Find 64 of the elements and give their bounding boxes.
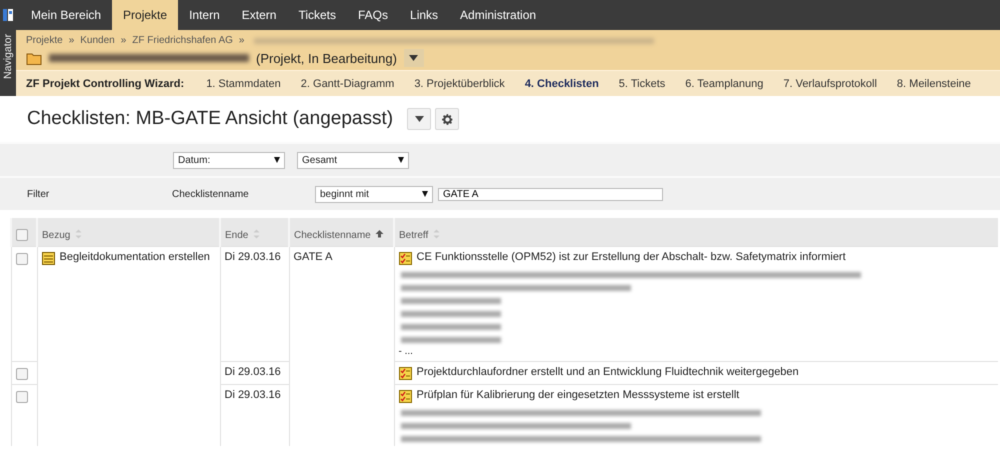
table-cell: CE Funktionsstelle (OPM52) ist zur Erstellung der Abschalt- bzw. Safetymatrix informiert	[416, 250, 846, 262]
caret-icon	[409, 55, 418, 61]
checklist-icon	[398, 366, 412, 380]
filter-value-input[interactable]: GATE A	[438, 188, 663, 200]
dropdown-arrow-icon	[274, 157, 280, 163]
menu-tab[interactable]: Intern	[178, 0, 231, 30]
wizard-step[interactable]: 3. Projektüberblick	[414, 78, 505, 90]
menu-tab[interactable]: Mein Bereich	[20, 0, 112, 30]
column-header[interactable]: Bezug	[37, 218, 220, 246]
page-title: Checklisten: MB-GATE Ansicht (angepasst)	[27, 108, 394, 130]
app-logo-icon[interactable]	[2, 8, 14, 22]
menu-tab[interactable]: Tickets	[287, 0, 347, 30]
row-checkbox[interactable]	[16, 252, 28, 264]
menu-tab[interactable]: Projekte	[112, 0, 178, 30]
filter-field-label: Checklistenname	[172, 188, 250, 200]
settings-button[interactable]	[435, 108, 460, 130]
range-select[interactable]: Gesamt	[297, 152, 409, 168]
table-cell: Prüfplan für Kalibrierung der eingesetzten Messsysteme ist erstellt	[416, 388, 740, 400]
breadcrumb-link[interactable]: ZF Friedrichshafen AG	[132, 35, 233, 46]
menu-tab[interactable]: FAQs	[347, 0, 400, 30]
checklist-icon	[398, 390, 412, 402]
breadcrumb-link[interactable]: Projekte	[26, 35, 63, 46]
select-all-checkbox[interactable]	[16, 228, 28, 240]
column-header[interactable]: Ende	[220, 218, 289, 246]
wizard-step[interactable]: 5. Tickets	[618, 78, 666, 90]
wizard-step[interactable]: 8. Meilensteine	[896, 78, 971, 90]
wizard-title: ZF Projekt Controlling Wizard:	[26, 78, 184, 90]
breadcrumb-separator: »	[68, 35, 74, 46]
caret-icon	[414, 116, 424, 122]
menu-tab[interactable]: Links	[399, 0, 450, 30]
checklist-icon	[398, 252, 412, 264]
wizard-step[interactable]: 4. Checklisten	[524, 78, 599, 90]
project-status: (Projekt, In Bearbeitung)	[256, 50, 397, 66]
breadcrumb-link[interactable]: Kunden	[80, 35, 115, 46]
dropdown-button[interactable]	[404, 49, 424, 67]
table-cell: GATE A	[294, 250, 332, 262]
breadcrumb-separator: »	[238, 35, 244, 46]
dropdown-arrow-icon	[398, 157, 404, 163]
table-cell-text: - ...	[398, 346, 414, 356]
column-header[interactable]: Checklistenname	[289, 218, 394, 246]
table-cell: Di 29.03.16	[224, 250, 281, 262]
menu-tab[interactable]: Administration	[449, 0, 548, 30]
column-header[interactable]: Betreff	[394, 218, 998, 246]
breadcrumb-separator: »	[120, 35, 126, 46]
table-cell: Begleitdokumentation erstellen	[60, 250, 210, 262]
gear-icon	[440, 112, 454, 126]
wizard-step[interactable]: 2. Gantt-Diagramm	[300, 78, 394, 90]
wizard-step[interactable]: 7. Verlaufsprotokoll	[783, 78, 877, 90]
view-dropdown-button[interactable]	[407, 108, 432, 130]
wizard-step[interactable]: 1. Stammdaten	[206, 78, 281, 90]
folder-icon	[26, 52, 42, 64]
navigator-sidebar[interactable]: Navigator	[0, 30, 16, 96]
row-checkbox[interactable]	[16, 368, 28, 380]
table-cell: Di 29.03.16	[224, 366, 281, 378]
filter-label: Filter	[27, 188, 50, 200]
menu-tab[interactable]: Extern	[230, 0, 288, 30]
operator-select[interactable]: beginnt mit	[315, 186, 433, 202]
date-field-select[interactable]: Datum:	[173, 152, 285, 168]
table-cell: Di 29.03.16	[224, 388, 281, 400]
row-checkbox[interactable]	[16, 390, 28, 402]
table-cell: Projektdurchlaufordner erstellt und an Entwicklung Fluidtechnik weitergegeben	[416, 366, 799, 378]
wizard-step[interactable]: 6. Teamplanung	[685, 78, 764, 90]
dropdown-arrow-icon	[422, 191, 428, 197]
task-icon	[42, 252, 54, 264]
